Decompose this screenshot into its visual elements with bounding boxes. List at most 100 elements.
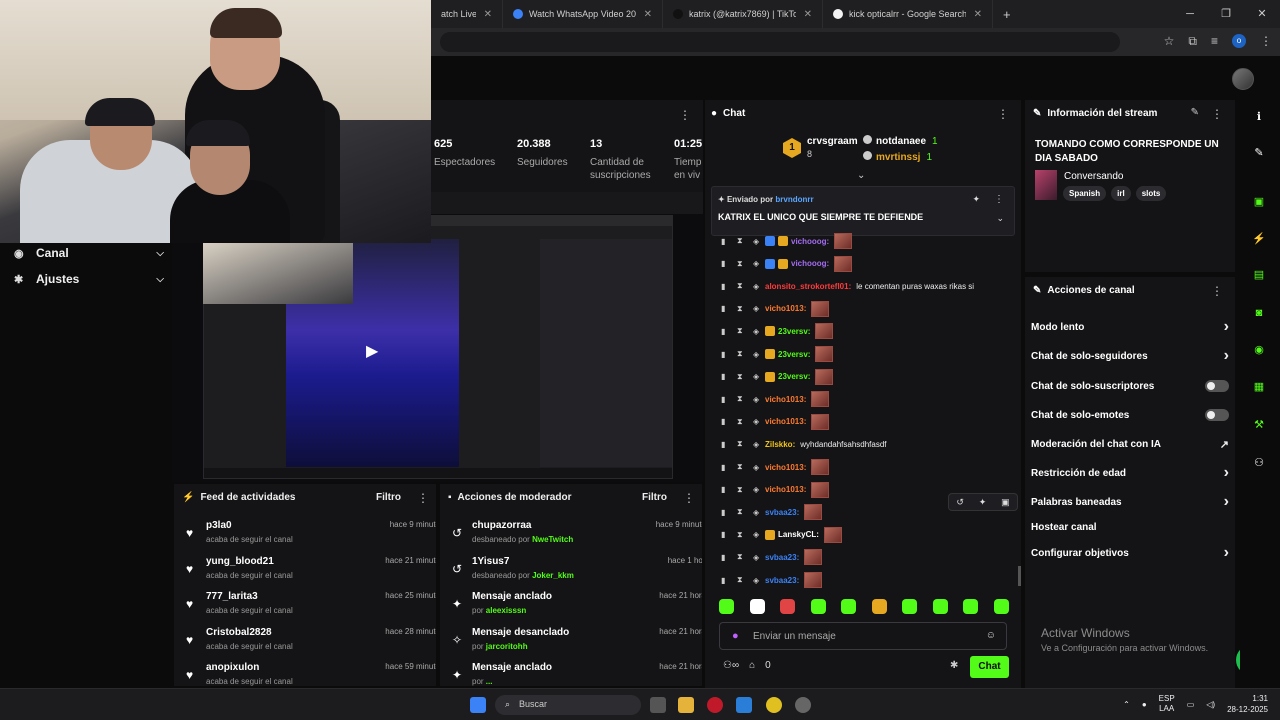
microphone-icon[interactable]: ● [1142, 700, 1147, 709]
layout-icon[interactable]: ▦ [1250, 380, 1268, 398]
feed-item[interactable]: ♥ anopixulon acaba de seguir el canal hace … [184, 662, 436, 686]
delete-icon[interactable]: ▮ [721, 350, 737, 359]
info-icon[interactable]: ℹ [1250, 110, 1268, 128]
task-view-icon[interactable] [650, 697, 666, 713]
timeout-icon[interactable]: ⧗ [737, 236, 753, 246]
channel-action-item[interactable]: Modo lento › [1031, 317, 1229, 337]
play-icon[interactable]: ▶ [366, 341, 378, 361]
mod-action-item[interactable]: ↺ chupazorraa desbaneado por NweTwitch hace… [450, 520, 702, 552]
sidebar-item-ajustes[interactable]: ✱ Ajustes ⌵ [14, 269, 164, 289]
close-tab-icon[interactable]: ✕ [974, 9, 982, 20]
chat-message[interactable]: ▮ ⧗ ◈ 23versv: [721, 345, 1011, 363]
chat-message[interactable]: ▮ ⧗ ◈ vichooog: [721, 255, 1011, 273]
lightning-icon[interactable]: ⚡ [1250, 232, 1268, 250]
more-options-icon[interactable]: ⋮ [1211, 284, 1223, 298]
tag[interactable]: Spanish [1063, 186, 1107, 201]
opera-icon[interactable] [707, 697, 723, 713]
app-icon[interactable] [736, 697, 752, 713]
media-icon[interactable]: ≡ [1211, 34, 1218, 49]
chat-username[interactable]: Zilskko: [765, 440, 795, 449]
top-gifter[interactable]: 1 crvsgraam 8 [783, 136, 858, 166]
delete-icon[interactable]: ▮ [721, 304, 737, 313]
delete-icon[interactable]: ▮ [721, 372, 737, 381]
channel-action-item[interactable]: Palabras baneadas › [1031, 492, 1229, 512]
emote-icon[interactable] [749, 599, 765, 614]
chat-username[interactable]: 23versv: [778, 350, 810, 359]
file-explorer-icon[interactable] [678, 697, 694, 713]
address-bar[interactable] [440, 32, 1120, 52]
feed-item[interactable]: ♥ yung_blood21 acaba de seguir el canal hac… [184, 556, 436, 588]
timeout-icon[interactable]: ⧗ [737, 575, 753, 585]
chevron-down-icon[interactable]: ⌄ [996, 213, 1004, 224]
timeout-icon[interactable]: ⧗ [737, 552, 753, 562]
timeout-icon[interactable]: ⧗ [737, 326, 753, 336]
scan-icon[interactable]: ▣ [1250, 195, 1268, 213]
maximize-button[interactable]: ❐ [1208, 0, 1244, 28]
feed-item[interactable]: ♥ 777_larita3 acaba de seguir el canal hace… [184, 591, 436, 623]
channel-action-item[interactable]: Restricción de edad › [1031, 463, 1229, 483]
more-options-icon[interactable]: ⋮ [1211, 107, 1223, 121]
profile-avatar[interactable]: o [1232, 34, 1246, 48]
tag[interactable]: slots [1135, 186, 1167, 201]
chat-message[interactable]: ▮ ⧗ ◈ vicho1013: [721, 300, 1011, 318]
close-tab-icon[interactable]: ✕ [644, 9, 652, 20]
pin-icon[interactable]: ✦ [979, 497, 987, 508]
feed-item[interactable]: ♥ Cristobal2828 acaba de seguir el canal ha… [184, 627, 436, 659]
chat-message[interactable]: ▮ ⧗ ◈ 23versv: [721, 368, 1011, 386]
emote-icon[interactable] [871, 599, 887, 614]
chat-message[interactable]: ▮ ⧗ ◈ vicho1013: [721, 390, 1011, 408]
chat-message[interactable]: ▮ ⧗ ◈ svbaa23: [721, 571, 1011, 589]
collapse-icon[interactable]: ⌄ [857, 170, 865, 181]
language-indicator[interactable]: ESP LAA [1159, 694, 1175, 714]
chat-message[interactable]: ▮ ⧗ ◈ vichooog: [721, 232, 1011, 250]
emote-icon[interactable] [810, 599, 826, 614]
more-options-icon[interactable]: ⋮ [994, 194, 1004, 205]
sidebar-item-canal[interactable]: ◉ Canal ⌵ [14, 243, 164, 263]
delete-icon[interactable]: ▮ [721, 440, 737, 449]
channel-action-item[interactable]: Hostear canal [1031, 517, 1229, 537]
emoji-icon[interactable]: ☺ [986, 630, 996, 641]
mod-action-item[interactable]: ✦ Mensaje anclado por aleexisssn hace 21 ho… [450, 591, 702, 623]
timeout-icon[interactable]: ⧗ [737, 281, 753, 291]
feed-item[interactable]: ♥ p3la0 acaba de seguir el canal hace 9 min… [184, 520, 436, 552]
chat-message[interactable]: ▮ ⧗ ◈ vicho1013: [721, 458, 1011, 476]
clock[interactable]: 1:31 28-12-2025 [1227, 693, 1268, 715]
extensions-icon[interactable]: ⧉ [1188, 34, 1197, 49]
chat-username[interactable]: alonsito_strokortefl01: [765, 282, 851, 291]
bookmark-star-icon[interactable]: ☆ [1164, 34, 1175, 49]
delete-icon[interactable]: ▮ [721, 485, 737, 494]
chat-username[interactable]: svbaa23: [765, 576, 799, 585]
timeout-icon[interactable]: ⧗ [737, 530, 753, 540]
chat-username[interactable]: vichooog: [791, 237, 829, 246]
edit-icon[interactable]: ✎ [1191, 107, 1199, 118]
start-icon[interactable] [470, 697, 486, 713]
delete-icon[interactable]: ▮ [721, 553, 737, 562]
emote-icon[interactable] [963, 599, 979, 614]
chat-message[interactable]: ▮ ⧗ ◈ vicho1013: [721, 413, 1011, 431]
settings-icon[interactable] [795, 697, 811, 713]
mod-action-item[interactable]: ↺ 1Yisus7 desbaneado por Joker_kkm hace 1 h… [450, 556, 702, 588]
delete-icon[interactable]: ▮ [721, 463, 737, 472]
delete-icon[interactable]: ▮ [721, 395, 737, 404]
more-options-icon[interactable]: ⋮ [683, 491, 695, 505]
channel-action-item[interactable]: Moderación del chat con IA ↗ [1031, 434, 1229, 454]
chat-username[interactable]: vicho1013: [765, 485, 806, 494]
users-icon[interactable]: ⚇∞ [723, 660, 739, 671]
network-icon[interactable]: ▭ [1187, 700, 1195, 709]
channel-action-item[interactable]: Configurar objetivos › [1031, 543, 1229, 563]
document-icon[interactable]: ▤ [1250, 268, 1268, 286]
chat-message[interactable]: ▮ ⧗ ◈ svbaa23: [721, 548, 1011, 566]
mod-filter-button[interactable]: Filtro [642, 492, 667, 503]
chat-message[interactable]: ▮ ⧗ ◈ LanskyCL: [721, 526, 1011, 544]
delete-icon[interactable]: ▮ [721, 237, 737, 246]
chat-scrollbar[interactable] [1018, 566, 1021, 586]
delete-icon[interactable]: ▮ [721, 530, 737, 539]
delete-icon[interactable]: ▮ [721, 282, 737, 291]
chat-username[interactable]: 23versv: [778, 327, 810, 336]
delete-icon[interactable]: ▮ [721, 327, 737, 336]
delete-icon[interactable]: ▮ [721, 417, 737, 426]
close-tab-icon[interactable]: ✕ [484, 9, 492, 20]
more-options-icon[interactable]: ⋮ [997, 107, 1009, 121]
reply-icon[interactable]: ↺ [956, 497, 964, 508]
chat-input[interactable]: ● Enviar un mensaje ☺ [719, 622, 1007, 650]
